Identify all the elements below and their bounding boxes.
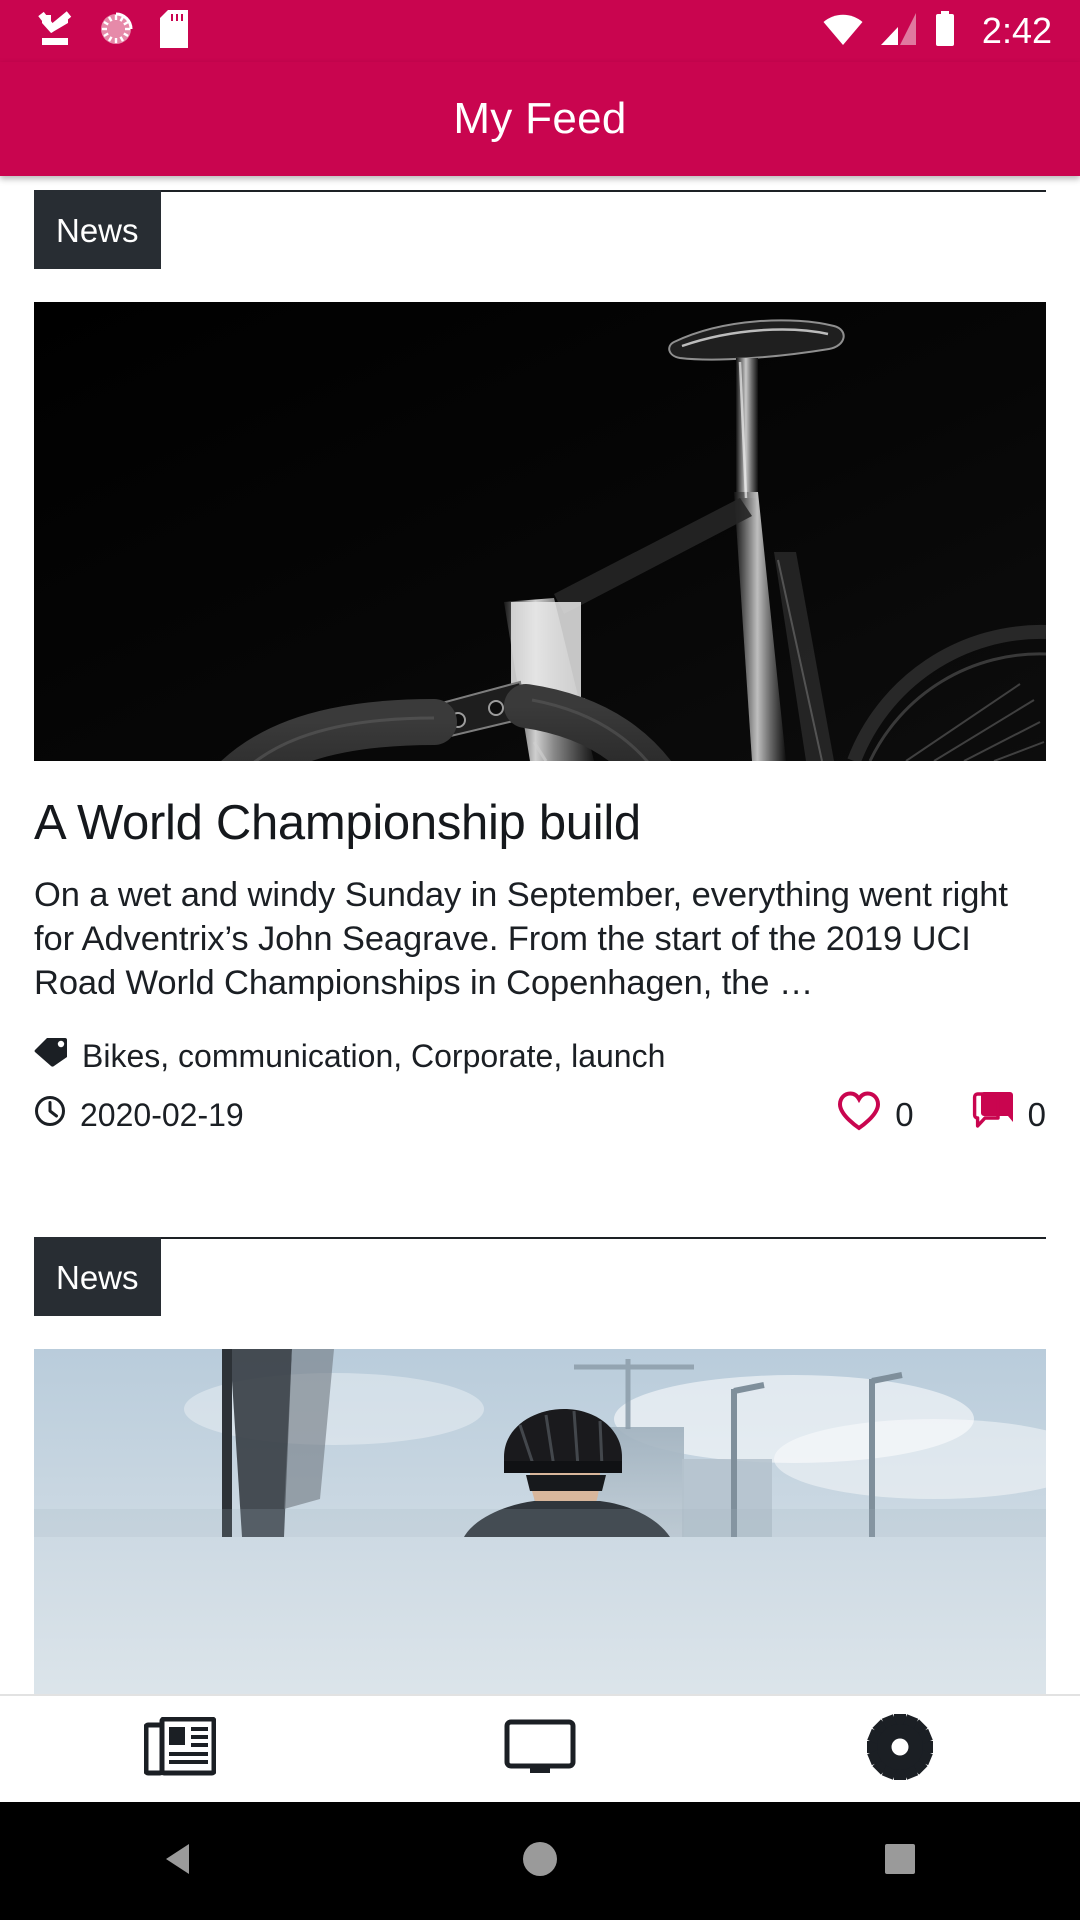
nav-item-news[interactable] xyxy=(0,1696,360,1802)
feed-list[interactable]: News A World Championship build On a wet… xyxy=(0,176,1080,1694)
home-circle-icon[interactable] xyxy=(520,1839,560,1884)
category-badge[interactable]: News xyxy=(34,190,161,269)
back-triangle-icon[interactable] xyxy=(160,1839,200,1884)
card-excerpt: On a wet and windy Sunday in September, … xyxy=(34,875,1008,1003)
nav-item-media[interactable] xyxy=(360,1696,720,1802)
card-hero-image[interactable] xyxy=(34,1349,1046,1694)
card-title[interactable]: A World Championship build xyxy=(34,796,1046,851)
comment-icon[interactable] xyxy=(972,1091,1014,1139)
wifi-icon xyxy=(822,12,864,51)
heart-icon[interactable] xyxy=(837,1091,881,1139)
status-bar-clock: 2:42 xyxy=(981,10,1052,51)
newspaper-icon[interactable] xyxy=(143,1716,217,1782)
page-title: My Feed xyxy=(453,94,627,143)
card-divider xyxy=(34,190,1046,192)
card-header: News xyxy=(34,1237,1046,1317)
download-complete-icon xyxy=(38,10,72,52)
feed-card[interactable]: News xyxy=(0,1237,1080,1694)
card-meta-row: 2020-02-19 0 0 xyxy=(34,1091,1046,1139)
card-spacer xyxy=(34,1139,1046,1237)
nav-item-settings[interactable] xyxy=(720,1696,1080,1802)
battery-icon xyxy=(934,10,956,52)
like-count: 0 xyxy=(895,1096,914,1134)
card-divider xyxy=(34,1237,1046,1240)
status-bar-right-icons: 2:42 xyxy=(822,10,1052,52)
tag-icon xyxy=(34,1037,68,1075)
android-system-nav xyxy=(0,1802,1080,1920)
card-date: 2020-02-19 xyxy=(80,1096,244,1133)
comment-count: 0 xyxy=(1027,1096,1046,1134)
sys-nav-back[interactable] xyxy=(0,1839,360,1884)
card-header: News xyxy=(34,190,1046,269)
sync-progress-icon xyxy=(98,11,134,52)
card-tags-row: Bikes, communication, Corporate, launch xyxy=(34,1037,1046,1075)
comment-control[interactable]: 0 xyxy=(972,1091,1046,1139)
feed-card[interactable]: News xyxy=(0,190,1080,1238)
gear-icon[interactable] xyxy=(867,1713,933,1785)
card-hero-image[interactable] xyxy=(34,302,1046,761)
bottom-navigation-bar xyxy=(0,1694,1080,1802)
status-bar-left-icons xyxy=(38,9,188,53)
category-badge[interactable]: News xyxy=(34,1237,161,1317)
sys-nav-recents[interactable] xyxy=(720,1841,1080,1882)
cellular-signal-icon xyxy=(880,12,918,51)
card-tags-text: Bikes, communication, Corporate, launch xyxy=(82,1037,666,1074)
phone-screen: 2:42 My Feed News A World Championship b… xyxy=(0,0,1080,1920)
recents-square-icon[interactable] xyxy=(882,1841,918,1882)
clock-icon xyxy=(34,1095,66,1135)
status-bar: 2:42 xyxy=(0,0,1080,62)
sys-nav-home[interactable] xyxy=(360,1839,720,1884)
sd-card-icon xyxy=(160,9,188,53)
like-control[interactable]: 0 xyxy=(837,1091,914,1139)
monitor-icon[interactable] xyxy=(504,1718,576,1781)
app-bar: My Feed xyxy=(0,62,1080,176)
